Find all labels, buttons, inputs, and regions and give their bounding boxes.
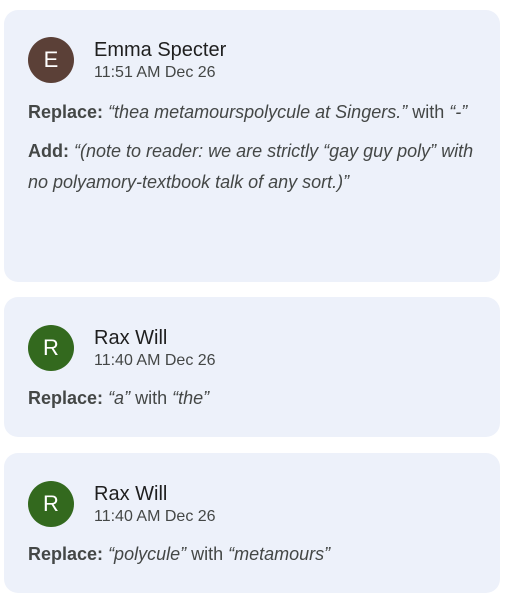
with-word: with [191, 544, 224, 564]
replace-label: Replace: [28, 388, 104, 408]
author-meta: Rax Will 11:40 AM Dec 26 [94, 482, 216, 527]
replace-line: Replace: “thea metamourspolycule at Sing… [28, 97, 476, 128]
suggestion-body: Replace: “thea metamourspolycule at Sing… [28, 97, 476, 198]
card-header: R Rax Will 11:40 AM Dec 26 [28, 453, 476, 527]
author-meta: Emma Specter 11:51 AM Dec 26 [94, 38, 226, 83]
author-meta: Rax Will 11:40 AM Dec 26 [94, 326, 216, 371]
timestamp: 11:51 AM Dec 26 [94, 63, 216, 81]
add-text: “(note to reader: we are strictly “gay g… [28, 141, 474, 192]
replace-to: “-” [449, 102, 468, 122]
timestamp: 11:40 AM Dec 26 [94, 507, 216, 525]
replace-from: “thea metamourspolycule at Singers.” [108, 102, 408, 122]
replace-label: Replace: [28, 544, 104, 564]
avatar[interactable]: R [28, 481, 74, 527]
card-header: R Rax Will 11:40 AM Dec 26 [28, 297, 476, 371]
replace-from: “a” [108, 388, 131, 408]
timestamp: 11:40 AM Dec 26 [94, 351, 216, 369]
suggestion-card[interactable]: R Rax Will 11:40 AM Dec 26 Replace: “a” … [4, 297, 500, 437]
add-line: Add: “(note to reader: we are strictly “… [28, 136, 476, 198]
card-header: E Emma Specter 11:51 AM Dec 26 [28, 10, 476, 83]
suggestion-card[interactable]: R Rax Will 11:40 AM Dec 26 Replace: “pol… [4, 453, 500, 593]
replace-to: “the” [172, 388, 210, 408]
suggestion-body: Replace: “a” with “the” [28, 383, 476, 414]
author-name: Emma Specter [94, 38, 227, 61]
suggestion-body: Replace: “polycule” with “metamours” [28, 539, 476, 570]
with-word: with [412, 102, 445, 122]
suggestion-list: E Emma Specter 11:51 AM Dec 26 Replace: … [0, 0, 518, 602]
replace-line: Replace: “polycule” with “metamours” [28, 539, 476, 570]
with-word: with [135, 388, 168, 408]
replace-label: Replace: [28, 102, 104, 122]
add-label: Add: [28, 141, 69, 161]
replace-to: “metamours” [228, 544, 331, 564]
avatar[interactable]: E [28, 37, 74, 83]
replace-from: “polycule” [108, 544, 187, 564]
avatar-letter: E [43, 47, 59, 72]
avatar-letter: R [43, 491, 59, 516]
avatar[interactable]: R [28, 325, 74, 371]
avatar-letter: R [43, 335, 59, 360]
suggestion-card[interactable]: E Emma Specter 11:51 AM Dec 26 Replace: … [4, 10, 500, 282]
author-name: Rax Will [94, 482, 168, 505]
replace-line: Replace: “a” with “the” [28, 383, 476, 414]
author-name: Rax Will [94, 326, 168, 349]
